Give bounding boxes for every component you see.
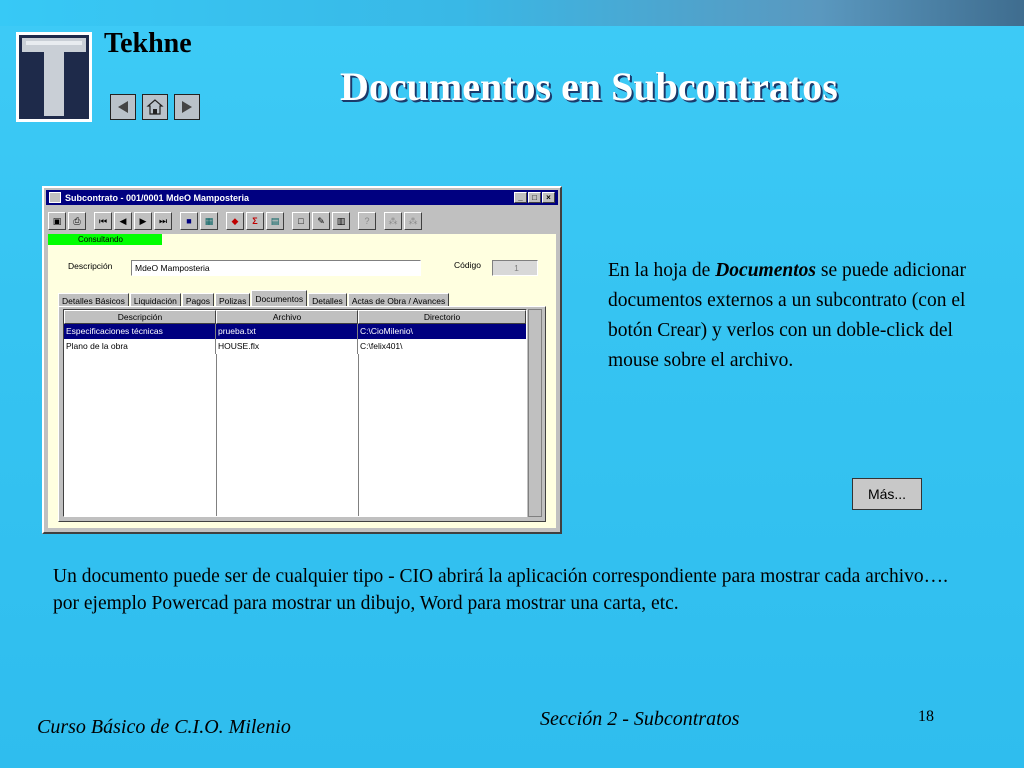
window-titlebar[interactable]: Subcontrato - 001/0001 MdeO Mamposteria … bbox=[46, 190, 558, 205]
tab-liquidacion[interactable]: Liquidación bbox=[129, 293, 181, 307]
lookup-all-icon[interactable]: ⁂ bbox=[404, 212, 422, 230]
sort-icon[interactable]: ◆ bbox=[226, 212, 244, 230]
tab-documentos[interactable]: Documentos bbox=[251, 290, 308, 307]
form-content: Consultando Descripción MdeO Mamposteria… bbox=[48, 234, 556, 528]
prev-record-icon[interactable]: ◀ bbox=[114, 212, 132, 230]
tekhne-logo bbox=[16, 32, 92, 122]
cell-descripcion: Especificaciones técnicas bbox=[64, 324, 216, 339]
table-row[interactable]: Especificaciones técnicas prueba.txt C:\… bbox=[64, 324, 526, 339]
first-record-icon[interactable]: ⏮ bbox=[94, 212, 112, 230]
description-pre: En la hoja de bbox=[608, 260, 716, 281]
documentos-panel: Descripción Archivo Directorio Especific… bbox=[58, 306, 546, 522]
column-header-directorio[interactable]: Directorio bbox=[358, 310, 526, 324]
status-indicator: Consultando bbox=[48, 234, 162, 245]
tab-actas-de-obra[interactable]: Actas de Obra / Avances bbox=[347, 293, 450, 307]
cell-archivo: prueba.txt bbox=[216, 324, 358, 339]
subcontrato-window: Subcontrato - 001/0001 MdeO Mamposteria … bbox=[42, 186, 562, 534]
footer-section: Sección 2 - Subcontratos bbox=[540, 708, 740, 730]
print-icon[interactable]: ⎙ bbox=[68, 212, 86, 230]
tab-polizas[interactable]: Polizas bbox=[214, 293, 251, 307]
description-paragraph: En la hoja de Documentos se puede adicio… bbox=[608, 256, 988, 376]
tab-strip: Detalles Básicos Liquidación Pagos Poliz… bbox=[58, 290, 450, 307]
last-record-icon[interactable]: ⏭ bbox=[154, 212, 172, 230]
column-header-archivo[interactable]: Archivo bbox=[216, 310, 358, 324]
cell-archivo: HOUSE.flx bbox=[216, 339, 358, 354]
edit-icon[interactable]: ✎ bbox=[312, 212, 330, 230]
cell-descripcion: Plano de la obra bbox=[64, 339, 216, 354]
column-header-descripcion[interactable]: Descripción bbox=[64, 310, 216, 324]
codigo-label: Código bbox=[454, 260, 481, 270]
top-gradient-bar bbox=[0, 0, 1024, 26]
description-emphasis: Documentos bbox=[715, 260, 816, 281]
right-triangle-icon bbox=[182, 101, 192, 113]
table-row[interactable]: Plano de la obra HOUSE.flx C:\felix401\ bbox=[64, 339, 526, 354]
new-icon[interactable]: □ bbox=[292, 212, 310, 230]
footer-course: Curso Básico de C.I.O. Milenio bbox=[37, 716, 291, 738]
delete-icon[interactable]: ▥ bbox=[332, 212, 350, 230]
codigo-field[interactable]: 1 bbox=[492, 260, 538, 276]
slide-nav bbox=[110, 94, 200, 120]
window-controls: _ □ × bbox=[514, 192, 555, 203]
grid-icon[interactable]: ▦ bbox=[200, 212, 218, 230]
body-paragraph: Un documento puede ser de cualquier tipo… bbox=[53, 566, 949, 614]
cell-directorio: C:\felix401\ bbox=[360, 341, 403, 351]
descripcion-label: Descripción bbox=[68, 261, 113, 271]
tab-detalles[interactable]: Detalles bbox=[308, 293, 347, 307]
tab-pagos[interactable]: Pagos bbox=[181, 293, 214, 307]
calendar-icon[interactable]: ▤ bbox=[266, 212, 284, 230]
prev-slide-button[interactable] bbox=[110, 94, 136, 120]
maximize-button[interactable]: □ bbox=[528, 192, 541, 203]
form-icon[interactable]: ■ bbox=[180, 212, 198, 230]
sum-icon[interactable]: Σ bbox=[246, 212, 264, 230]
brand-name: Tekhne bbox=[104, 28, 192, 59]
cell-directorio: C:\CioMilenio\ bbox=[360, 326, 413, 336]
column-divider bbox=[216, 354, 217, 516]
lookup-icon[interactable]: ⁂ bbox=[384, 212, 402, 230]
home-button[interactable] bbox=[142, 94, 168, 120]
descripcion-field[interactable]: MdeO Mamposteria bbox=[131, 260, 421, 276]
page-number: 18 bbox=[918, 708, 934, 725]
app-icon bbox=[49, 192, 61, 203]
next-record-icon[interactable]: ▶ bbox=[134, 212, 152, 230]
home-icon bbox=[146, 99, 164, 115]
toolbar: ▣ ⎙ ⏮ ◀ ▶ ⏭ ■ ▦ ◆ Σ ▤ □ ✎ ▥ ? ⁂ ⁂ bbox=[48, 212, 422, 230]
help-icon[interactable]: ? bbox=[358, 212, 376, 230]
next-slide-button[interactable] bbox=[174, 94, 200, 120]
mas-button[interactable]: Más... bbox=[852, 478, 922, 510]
tab-detalles-basicos[interactable]: Detalles Básicos bbox=[58, 293, 129, 307]
grid-header: Descripción Archivo Directorio bbox=[64, 310, 526, 324]
minimize-button[interactable]: _ bbox=[514, 192, 527, 203]
column-divider bbox=[358, 354, 359, 516]
close-button[interactable]: × bbox=[542, 192, 555, 203]
open-icon[interactable]: ▣ bbox=[48, 212, 66, 230]
left-triangle-icon bbox=[118, 101, 128, 113]
vertical-scrollbar[interactable] bbox=[528, 309, 542, 517]
window-title: Subcontrato - 001/0001 MdeO Mamposteria bbox=[65, 192, 250, 203]
slide-title: Documentos en Subcontratos bbox=[340, 64, 838, 109]
documents-grid: Descripción Archivo Directorio Especific… bbox=[63, 309, 527, 517]
